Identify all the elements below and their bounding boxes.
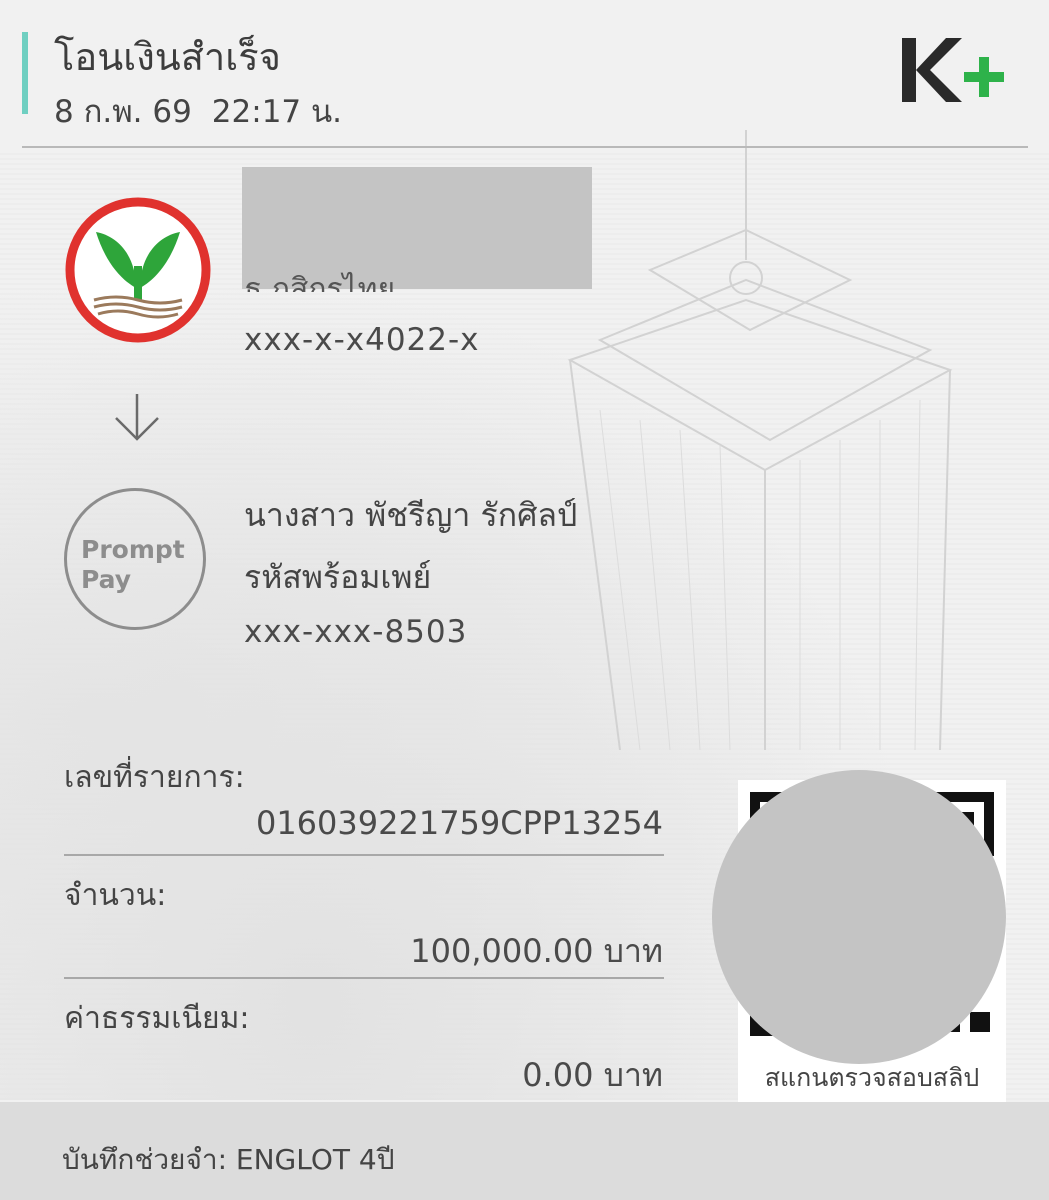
arrow-down-icon — [115, 394, 159, 441]
receiver-name: นางสาว พัชรีญา รักศิลป์ — [244, 496, 578, 534]
amount-label: จำนวน: — [64, 878, 167, 913]
promptpay-logo-line1: Prompt — [81, 535, 185, 564]
header-divider — [22, 146, 1028, 148]
kasikornbank-logo-icon — [65, 197, 211, 343]
divider — [64, 977, 664, 979]
sender-account-number: xxx-x-x4022-x — [244, 322, 480, 358]
divider — [64, 854, 664, 856]
memo-text: บันทึกช่วยจำ: ENGLOT 4ปี — [62, 1143, 395, 1176]
transaction-datetime: 8 ก.พ. 69 22:17 น. — [54, 86, 362, 136]
qr-caption: สแกนตรวจสอบสลิป — [764, 1063, 980, 1092]
amount-value: 100,000.00 บาท — [410, 932, 663, 970]
promptpay-logo-icon: Prompt Pay — [64, 488, 206, 630]
page-title: โอนเงินสำเร็จ — [54, 35, 281, 79]
transaction-date: 8 ก.พ. 69 — [54, 94, 192, 130]
fee-value: 0.00 บาท — [522, 1056, 663, 1094]
receiver-account-type: รหัสพร้อมเพย์ — [244, 558, 432, 596]
receiver-account-number: xxx-xxx-8503 — [244, 614, 468, 650]
redacted-qr-overlay — [712, 770, 1006, 1064]
header-accent-bar — [22, 32, 28, 114]
sender-bank-name: ธ.กสิกรไทย — [244, 272, 396, 292]
memo-bar: บันทึกช่วยจำ: ENGLOT 4ปี — [0, 1102, 1049, 1200]
k-plus-logo — [902, 38, 1004, 102]
reference-label: เลขที่รายการ: — [64, 760, 245, 795]
transaction-time: 22:17 น. — [211, 94, 343, 130]
promptpay-logo-line2: Pay — [81, 565, 132, 594]
reference-number: 016039221759CPP13254 — [255, 804, 663, 842]
building-watermark — [567, 130, 953, 750]
fee-label: ค่าธรรมเนียม: — [64, 1001, 250, 1036]
